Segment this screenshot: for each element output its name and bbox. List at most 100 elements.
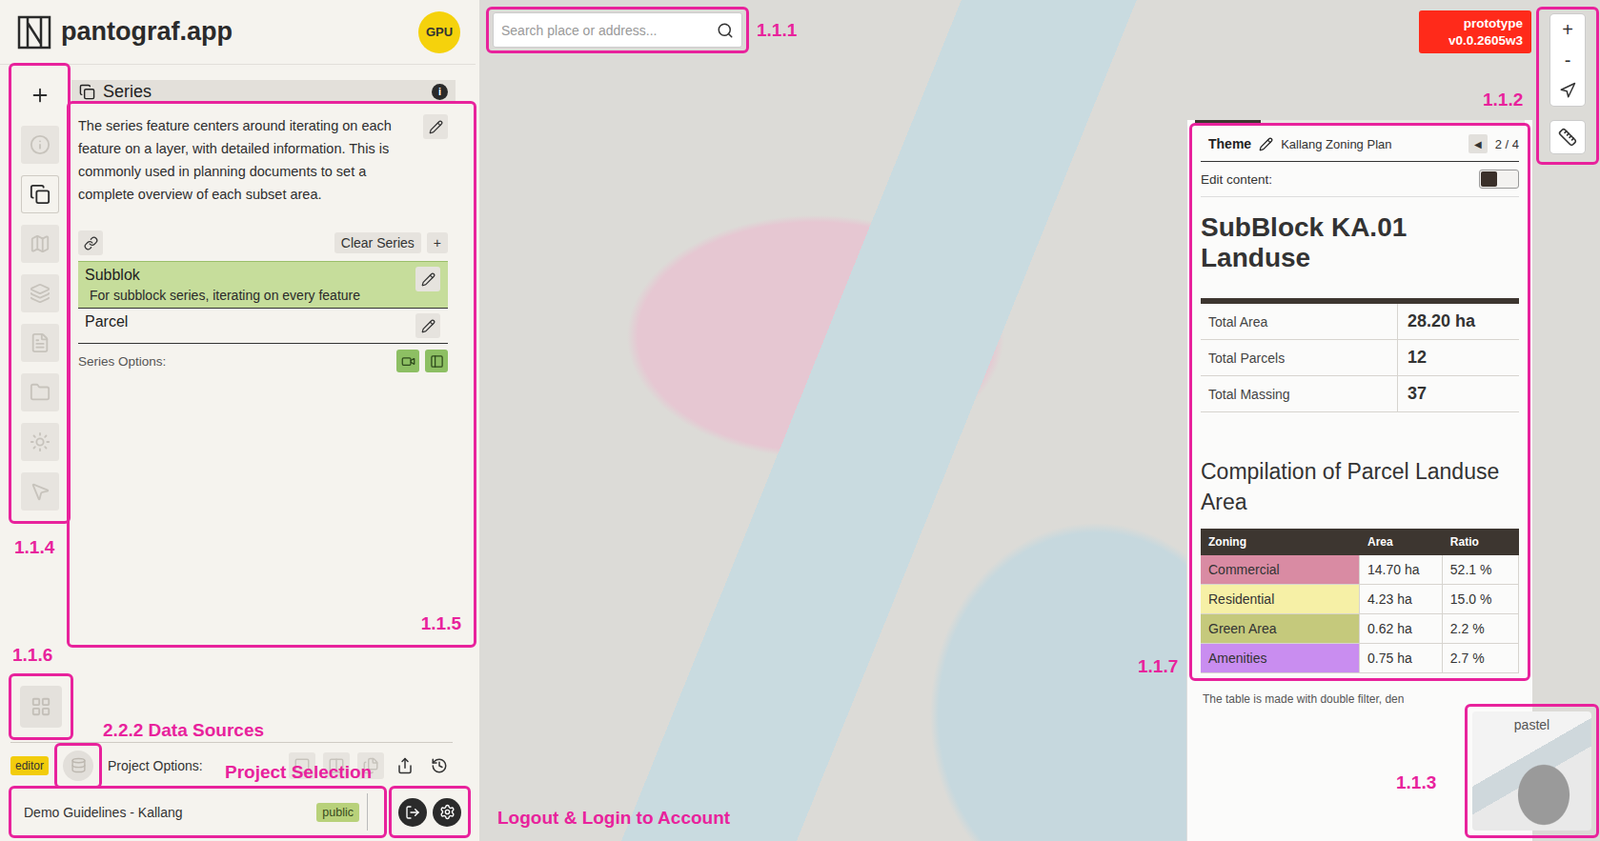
measure-button[interactable] <box>1550 121 1585 154</box>
account-annotation: Logout & Login to Account <box>390 788 469 837</box>
basemap-switcher[interactable]: pastel <box>1472 711 1592 831</box>
rail-column: 1.1.41.1.6 <box>0 64 69 743</box>
series-item[interactable]: Parcel <box>78 308 448 345</box>
edit-item-button[interactable] <box>415 313 441 339</box>
database-icon <box>70 757 87 774</box>
edit-item-button[interactable] <box>415 266 441 292</box>
toolbar-button[interactable] <box>20 125 60 164</box>
table-header-cell: Ratio <box>1442 528 1519 556</box>
pencil-icon <box>421 272 436 287</box>
compass-button[interactable] <box>1550 75 1585 106</box>
annotation-label: Project Selection <box>224 762 372 784</box>
link-icon <box>83 236 99 251</box>
series-icon <box>29 183 51 205</box>
zoom-in-button[interactable]: + <box>1550 14 1585 45</box>
select-icon <box>29 481 51 503</box>
series-item[interactable]: SubblokFor subblock series, iterating on… <box>78 261 448 309</box>
settings-button[interactable] <box>432 798 462 828</box>
toolbar-button[interactable] <box>20 423 60 462</box>
search-annotation: Search place or address...1.1.1 <box>487 8 748 52</box>
project-option-button[interactable] <box>425 752 453 780</box>
clear-series-button[interactable]: Clear Series <box>334 232 422 254</box>
layout-button[interactable] <box>20 686 62 729</box>
toolbar-button[interactable] <box>20 373 60 412</box>
logout-icon <box>405 805 421 821</box>
app-header: pantograf.appGPU <box>0 0 476 65</box>
toolbar-button[interactable] <box>20 175 60 214</box>
search-icon <box>716 21 734 40</box>
area-cell: 14.70 ha <box>1359 555 1443 586</box>
series-option-button[interactable] <box>425 349 448 373</box>
visibility-badge: public <box>316 803 360 823</box>
toolbar-button[interactable] <box>20 324 60 363</box>
zoom-controls: +- <box>1550 14 1585 106</box>
theme-progress <box>1194 120 1525 124</box>
landuse-table: ZoningAreaRatioCommercial14.70 ha52.1 %R… <box>1200 528 1519 674</box>
share-icon <box>396 757 414 775</box>
data-sources-button[interactable] <box>62 750 94 782</box>
theme-progress-fill <box>1194 120 1261 124</box>
toolbar-button[interactable] <box>20 224 60 264</box>
zoning-cell: Commercial <box>1200 555 1360 586</box>
info-button[interactable]: i <box>431 83 448 101</box>
edit-button[interactable] <box>423 114 448 140</box>
project-name: Demo Guidelines - Kallang <box>23 805 309 821</box>
project-select[interactable]: Demo Guidelines - Kallang public <box>16 793 368 831</box>
build-version: v0.0.2605w3 <box>1448 32 1523 50</box>
series-item-text: SubblokFor subblock series, iterating on… <box>84 266 408 304</box>
pencil-icon[interactable] <box>1258 137 1274 152</box>
panel-body: 1.1.41.1.6Seriesi The series feature cent… <box>0 64 480 743</box>
zoning-cell: Amenities <box>1200 644 1360 674</box>
edit-content-toggle[interactable] <box>1478 169 1519 189</box>
zoom-out-button[interactable]: - <box>1550 44 1585 76</box>
annotation-label: 1.1.5 <box>421 613 462 635</box>
ratio-cell: 52.1 % <box>1442 555 1519 586</box>
document-icon <box>29 332 51 354</box>
summary-value: 28.20 ha <box>1397 303 1519 340</box>
main-column: Seriesi The series feature centers around… <box>68 64 480 743</box>
series-header: Seriesi <box>71 80 456 103</box>
add-icon <box>29 84 51 106</box>
search-field[interactable]: Search place or address... <box>492 12 743 48</box>
ratio-cell: 2.7 % <box>1442 644 1519 674</box>
info-icon <box>29 134 51 156</box>
series-actions: Clear Series+ <box>78 230 448 262</box>
area-cell: 4.23 ha <box>1359 585 1443 615</box>
project-option-button[interactable] <box>391 752 419 780</box>
gear-icon <box>439 804 456 821</box>
grid-icon <box>30 696 52 718</box>
project-row: Demo Guidelines - KallangpublicProject S… <box>10 788 472 837</box>
toolbar-annotation: 1.1.4 <box>10 64 69 523</box>
prev-button[interactable]: ◀ <box>1468 134 1488 154</box>
add-series-button[interactable]: + <box>426 232 448 254</box>
series-options-label: Series Options: <box>78 354 391 369</box>
toolbar-button[interactable] <box>20 76 60 115</box>
annotation-label: Logout & Login to Account <box>497 808 730 830</box>
series-options: Series Options: <box>78 349 448 373</box>
summary-value: 37 <box>1397 376 1519 412</box>
area-cell: 0.62 ha <box>1359 614 1443 645</box>
series-item-text: Parcel <box>84 313 408 331</box>
build-badge: prototypev0.0.2605w3 <box>1418 10 1532 54</box>
camera-icon <box>401 354 416 369</box>
project-selection-annotation: Demo Guidelines - KallangpublicProject S… <box>10 788 385 837</box>
map-controls-annotation: +-1.1.2 <box>1538 8 1598 163</box>
table-header-cell: Zoning <box>1200 528 1360 556</box>
ruler-icon <box>1558 127 1578 147</box>
toolbar-button[interactable] <box>20 274 60 313</box>
annotation-label: 1.1.4 <box>14 537 55 559</box>
summary-label: Total Parcels <box>1200 340 1398 376</box>
pencil-icon <box>421 319 436 334</box>
gpu-badge[interactable]: GPU <box>418 11 461 54</box>
theme-heading: SubBlock KA.01 Landuse <box>1200 212 1519 274</box>
series-option-button[interactable] <box>396 349 420 373</box>
build-label: prototype <box>1463 15 1523 33</box>
edit-content-row: Edit content: <box>1200 162 1519 198</box>
link-button[interactable] <box>78 230 103 256</box>
map-view[interactable]: Search place or address...1.1.1 prototype… <box>479 0 1600 841</box>
logout-button[interactable] <box>398 798 427 828</box>
data-sources-annotation: 2.2.2 Data Sources <box>56 745 101 788</box>
series-description: The series feature centers around iterat… <box>78 114 410 206</box>
toolbar-button[interactable] <box>20 472 60 511</box>
theme-label: Theme <box>1208 136 1252 152</box>
